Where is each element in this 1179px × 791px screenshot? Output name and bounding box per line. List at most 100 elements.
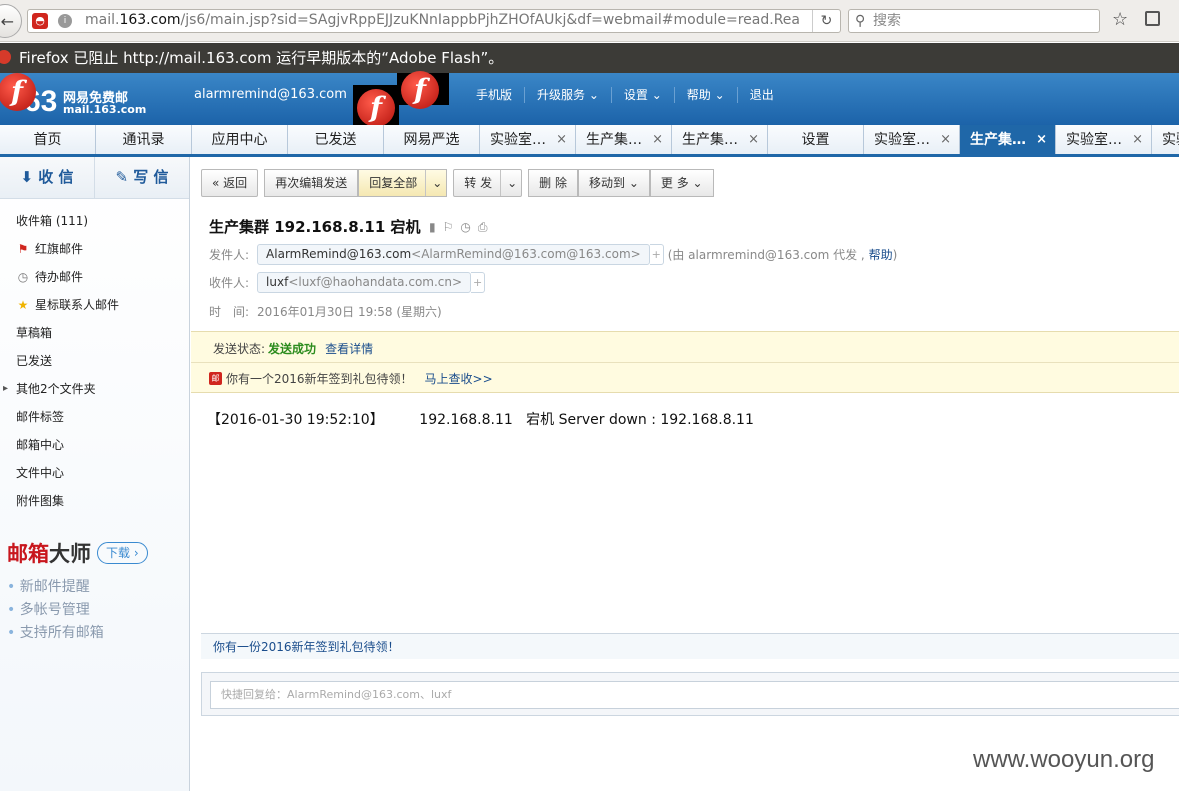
close-icon[interactable]: ×: [940, 125, 951, 154]
browser-toolbar: ← ◓ i mail.163.com/js6/main.jsp?sid=SAgj…: [0, 0, 1179, 42]
tab-lab[interactable]: 实验: [1152, 125, 1179, 154]
nav-help[interactable]: 帮助 ⌄: [673, 87, 737, 103]
download-button[interactable]: 下载 ›: [97, 542, 148, 564]
move-to-button[interactable]: 移动到 ⌄: [578, 169, 650, 197]
add-contact-icon[interactable]: +: [649, 244, 664, 265]
recipient-chip[interactable]: luxf<luxf@haohandata.com.cn>: [257, 272, 472, 293]
compose-button[interactable]: ✎ 写 信: [95, 157, 189, 198]
flash-plugin-icon[interactable]: f: [397, 71, 449, 109]
mail-time: 2016年01月30日 19:58 (星期六): [257, 305, 442, 319]
gift-link[interactable]: 马上查收>>: [425, 370, 493, 387]
tab-settings[interactable]: 设置: [768, 125, 864, 154]
tab-lab[interactable]: 实验室… ×: [480, 125, 576, 154]
bottom-gift-link[interactable]: 你有一份2016新年签到礼包待领！: [201, 633, 1179, 659]
folder-attachments[interactable]: 附件图集: [0, 487, 189, 515]
reedit-button[interactable]: 再次编辑发送: [264, 169, 359, 197]
forward-button[interactable]: 转 发 ⌄: [453, 169, 523, 197]
gift-icon: 邮: [209, 372, 222, 385]
chevron-right-icon[interactable]: ▸: [3, 375, 8, 403]
folder-file-center[interactable]: 文件中心: [0, 459, 189, 487]
chevron-down-icon[interactable]: ⌄: [500, 170, 517, 196]
subject-actions: ▮⚐◷⎙: [429, 220, 494, 235]
from-label: 发件人:: [209, 248, 250, 262]
sidebar: ⬇ 收 信 ✎ 写 信 收件箱 (111) ⚑ 红旗邮件 ◷ 待办邮件 ★ 星标联系人…: [0, 157, 190, 791]
folder-drafts[interactable]: 草稿箱: [0, 319, 189, 347]
folder-inbox[interactable]: 收件箱 (111): [0, 207, 189, 235]
tab-lab[interactable]: 实验室… ×: [864, 125, 960, 154]
promo-feature: 新邮件提醒: [7, 576, 148, 599]
proxy-note: (由 alarmremind@163.com 代发 , 帮助): [667, 248, 898, 262]
more-button[interactable]: 更 多 ⌄: [649, 169, 714, 197]
search-input[interactable]: ⚲ 搜索: [848, 9, 1100, 33]
folder-flagged[interactable]: ⚑ 红旗邮件: [0, 235, 189, 263]
read-mail-pane: « 返回 再次编辑发送 回复全部 ⌄ 转 发 ⌄ 删 除 移动到 ⌄ 更 多 ⌄ 生…: [191, 157, 1179, 791]
url-bar[interactable]: ◓ i mail.163.com/js6/main.jsp?sid=SAgjvR…: [27, 9, 841, 33]
sidebar-actions: ⬇ 收 信 ✎ 写 信: [0, 157, 189, 199]
bookmark-star-icon[interactable]: ☆: [1112, 9, 1128, 30]
tab-sent[interactable]: 已发送: [288, 125, 384, 154]
bookmark-icon[interactable]: ▮: [429, 220, 443, 234]
close-icon[interactable]: ×: [556, 125, 567, 154]
folder-tags[interactable]: 邮件标签: [0, 403, 189, 431]
flag-icon[interactable]: ⚐: [443, 220, 461, 234]
account-name[interactable]: alarmremind@163.com: [194, 87, 347, 102]
mail-header: 63 f 网易免费邮 mail.163.com alarmremind@163.…: [0, 71, 1179, 131]
quick-reply-input[interactable]: 快捷回复给：AlarmRemind@163.com、luxf: [210, 681, 1179, 709]
delete-button[interactable]: 删 除: [528, 169, 578, 197]
tab-lab[interactable]: 实验室… ×: [1056, 125, 1152, 154]
reload-icon[interactable]: ↻: [812, 10, 840, 32]
nav-logout[interactable]: 退出: [736, 87, 786, 103]
flash-warning-text: Firefox 已阻止 http://mail.163.com 运行早期版本的“…: [19, 49, 504, 67]
tab-prod-active[interactable]: 生产集… ×: [960, 125, 1056, 154]
nav-upgrade[interactable]: 升级服务 ⌄: [524, 87, 611, 103]
chevrons-left-icon: «: [212, 176, 220, 190]
receive-button[interactable]: ⬇ 收 信: [0, 157, 95, 198]
library-icon[interactable]: [1145, 11, 1160, 26]
mail-body: 【2016-01-30 19:52:10】 192.168.8.11 宕机 Se…: [207, 412, 754, 428]
flash-plugin-icon[interactable]: f: [0, 69, 38, 117]
to-row: 收件人: luxf<luxf@haohandata.com.cn> +: [209, 272, 486, 293]
add-contact-icon[interactable]: +: [471, 272, 486, 293]
tab-apps[interactable]: 应用中心: [192, 125, 288, 154]
tab-prod[interactable]: 生产集… ×: [672, 125, 768, 154]
clock-icon: ◷: [17, 270, 29, 284]
folder-mail-center[interactable]: 邮箱中心: [0, 431, 189, 459]
close-icon[interactable]: ×: [1036, 125, 1047, 154]
folder-todo[interactable]: ◷ 待办邮件: [0, 263, 189, 291]
print-icon[interactable]: ⎙: [478, 220, 495, 234]
folder-starred[interactable]: ★ 星标联系人邮件: [0, 291, 189, 319]
download-icon: ⬇: [20, 168, 34, 186]
folder-other[interactable]: ▸ 其他2个文件夹: [0, 375, 189, 403]
nav-settings[interactable]: 设置 ⌄: [610, 87, 674, 103]
tab-yanxuan[interactable]: 网易严选: [384, 125, 480, 154]
promo-feature: 支持所有邮箱: [7, 622, 148, 645]
url-text[interactable]: mail.163.com/js6/main.jsp?sid=SAgjvRppEJ…: [85, 12, 815, 28]
reply-all-button[interactable]: 回复全部 ⌄: [358, 169, 448, 197]
help-link[interactable]: 帮助: [869, 248, 893, 262]
close-icon[interactable]: ×: [652, 125, 663, 154]
mail-master-promo[interactable]: 邮箱大师 下载 › 新邮件提醒 多帐号管理 支持所有邮箱: [7, 538, 148, 645]
back-icon[interactable]: ←: [0, 4, 22, 38]
view-details-link[interactable]: 查看详情: [325, 342, 373, 356]
status-value: 发送成功: [268, 342, 317, 356]
folder-sent[interactable]: 已发送: [0, 347, 189, 375]
clock-icon[interactable]: ◷: [460, 220, 477, 234]
promo-feature: 多帐号管理: [7, 599, 148, 622]
close-icon[interactable]: ×: [1132, 125, 1143, 154]
from-row: 发件人: AlarmRemind@163.com<AlarmRemind@163…: [209, 244, 897, 265]
chevron-down-icon[interactable]: ⌄: [425, 170, 442, 196]
back-button[interactable]: « 返回: [201, 169, 259, 197]
account-menu[interactable]: alarmremind@163.com⌄: [194, 87, 364, 102]
tab-home[interactable]: 首页: [0, 125, 96, 154]
nav-mobile[interactable]: 手机版: [464, 87, 524, 103]
star-icon: ★: [17, 298, 29, 312]
tab-contacts[interactable]: 通讯录: [96, 125, 192, 154]
sender-chip[interactable]: AlarmRemind@163.com<AlarmRemind@163.com@…: [257, 244, 650, 265]
close-icon[interactable]: ×: [748, 125, 759, 154]
info-icon[interactable]: i: [58, 14, 72, 28]
folder-list: 收件箱 (111) ⚑ 红旗邮件 ◷ 待办邮件 ★ 星标联系人邮件 草稿箱 已发送 ▸…: [0, 207, 189, 515]
tab-prod[interactable]: 生产集… ×: [576, 125, 672, 154]
time-label: 时 间:: [209, 305, 250, 319]
tab-bar: 首页 通讯录 应用中心 已发送 网易严选 实验室… × 生产集… × 生产集… × 设…: [0, 125, 1179, 157]
mail-subject: 生产集群 192.168.8.11 宕机: [209, 218, 421, 236]
